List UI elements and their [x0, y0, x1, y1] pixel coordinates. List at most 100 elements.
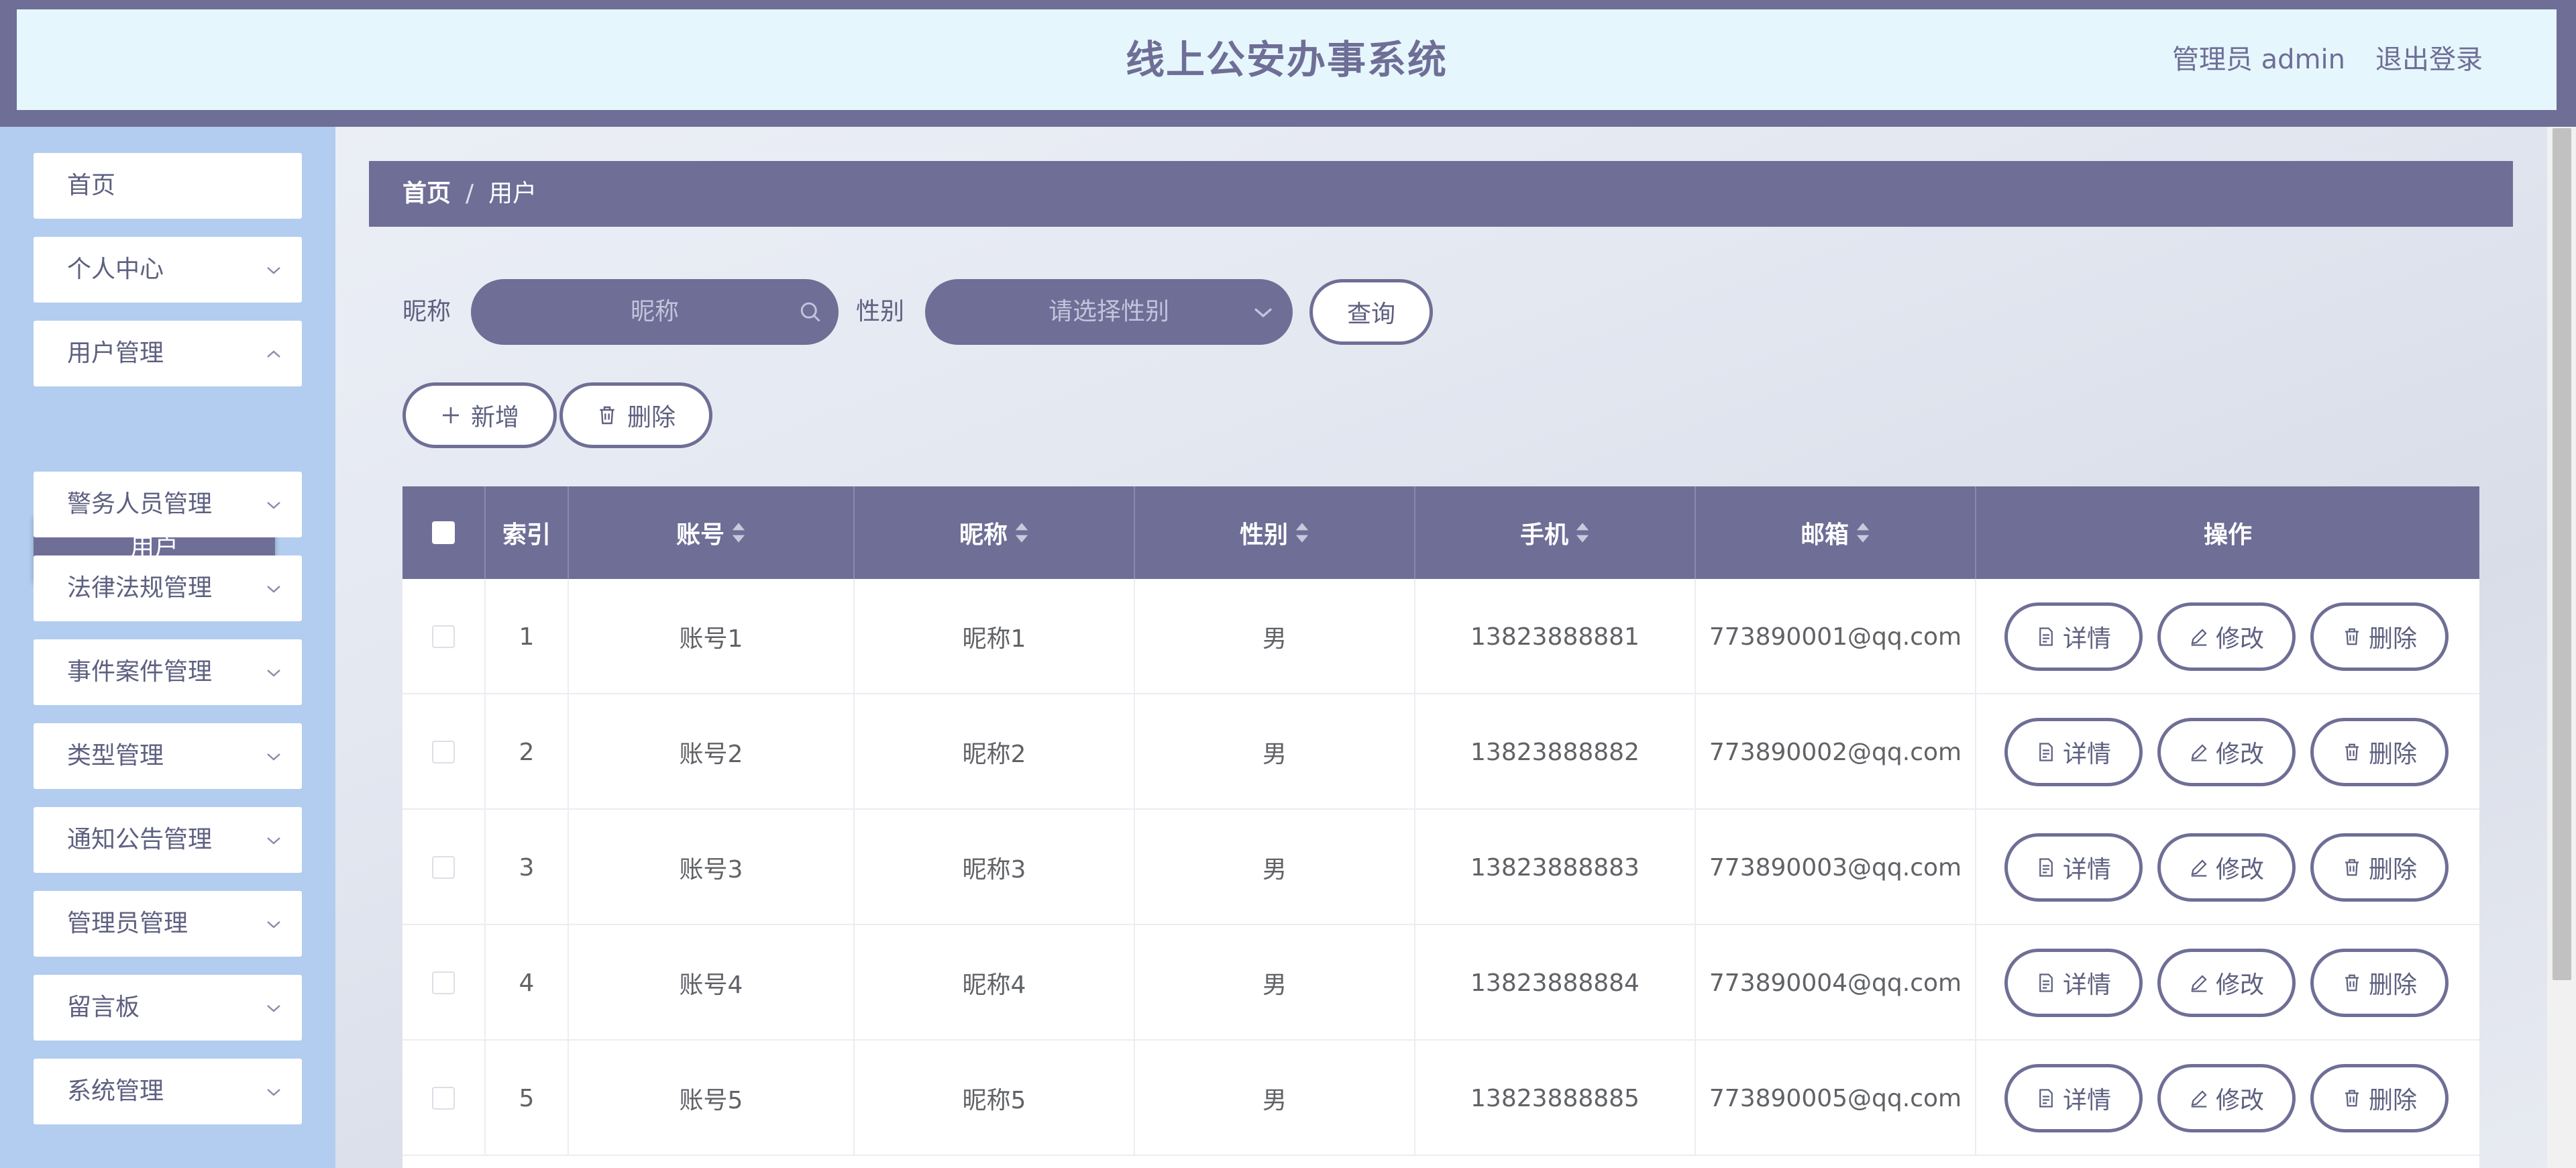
detail-button[interactable]: 详情 — [2004, 602, 2143, 671]
cell-email: 773890001@qq.com — [1696, 579, 1976, 694]
sidebar-item-system-management[interactable]: 系统管理 — [34, 1059, 302, 1124]
edit-icon — [2191, 859, 2207, 877]
column-header-nickname[interactable]: 昵称 — [855, 486, 1135, 579]
sidebar-item-label: 首页 — [67, 172, 116, 199]
query-button[interactable]: 查询 — [1309, 279, 1433, 345]
cell-actions: 详情 修改 删除 — [1976, 579, 2479, 694]
chevron-down-icon — [267, 837, 280, 845]
row-checkbox[interactable] — [432, 741, 455, 763]
cell-phone: 13823888882 — [1415, 694, 1696, 810]
sort-icon[interactable] — [1575, 521, 1590, 544]
current-user: 管理员 admin — [2171, 44, 2345, 75]
delete-button-label: 删除 — [2368, 1087, 2417, 1114]
delete-button[interactable]: 删除 — [2310, 949, 2449, 1017]
delete-button-label: 删除 — [2368, 971, 2417, 999]
sidebar-item-police-management[interactable]: 警务人员管理 — [34, 472, 302, 537]
trash-icon — [2345, 974, 2359, 992]
page-scrollbar[interactable] — [2547, 127, 2576, 1168]
gender-label: 性别 — [856, 298, 905, 325]
scrollbar-thumb[interactable] — [2553, 128, 2571, 980]
row-checkbox[interactable] — [432, 625, 455, 648]
sidebar-item-type-management[interactable]: 类型管理 — [34, 723, 302, 789]
cell-index: 2 — [486, 694, 569, 810]
table-row: 5 账号5 昵称5 男 13823888885 773890005@qq.com… — [402, 1041, 2479, 1156]
detail-button[interactable]: 详情 — [2004, 949, 2143, 1017]
select-all-checkbox[interactable] — [432, 521, 455, 544]
logout-link[interactable]: 退出登录 — [2375, 9, 2483, 110]
edit-button-label: 修改 — [2215, 741, 2264, 768]
sidebar-item-laws-management[interactable]: 法律法规管理 — [34, 555, 302, 621]
cell-actions: 详情 修改 删除 — [1976, 694, 2479, 810]
cell-account: 账号5 — [569, 1041, 855, 1156]
chevron-down-icon — [267, 670, 280, 677]
row-checkbox[interactable] — [432, 1087, 455, 1110]
trash-icon — [2345, 859, 2359, 876]
sidebar-item-personal-center[interactable]: 个人中心 — [34, 237, 302, 303]
edit-button[interactable]: 修改 — [2157, 949, 2296, 1017]
detail-button[interactable]: 详情 — [2004, 718, 2143, 786]
sidebar-item-home[interactable]: 首页 — [34, 153, 302, 219]
delete-button[interactable]: 删除 — [2310, 1064, 2449, 1132]
edit-button-label: 修改 — [2215, 1087, 2264, 1114]
table-header: 索引 账号 昵称 性别 手机 邮箱 操作 — [402, 486, 2479, 579]
add-button[interactable]: 新增 — [402, 382, 557, 448]
delete-button[interactable]: 删除 — [2310, 718, 2449, 786]
sort-icon[interactable] — [731, 521, 746, 544]
sidebar-item-user-management[interactable]: 用户管理 — [34, 321, 302, 386]
cell-account: 账号3 — [569, 810, 855, 925]
delete-button[interactable]: 删除 — [2310, 833, 2449, 902]
add-button-label: 新增 — [470, 404, 519, 431]
column-header-phone[interactable]: 手机 — [1415, 486, 1696, 579]
sort-icon[interactable] — [1295, 521, 1309, 544]
edit-button-label: 修改 — [2215, 971, 2264, 999]
column-header-gender[interactable]: 性别 — [1135, 486, 1415, 579]
edit-button[interactable]: 修改 — [2157, 1064, 2296, 1132]
column-header-email[interactable]: 邮箱 — [1696, 486, 1976, 579]
cell-gender: 男 — [1135, 694, 1415, 810]
column-header-account[interactable]: 账号 — [569, 486, 855, 579]
edit-icon — [2191, 975, 2207, 992]
chevron-down-icon — [267, 921, 280, 928]
sort-icon[interactable] — [1014, 521, 1029, 544]
sidebar-item-label: 法律法规管理 — [67, 574, 213, 602]
gender-select[interactable]: 请选择性别 — [925, 279, 1293, 345]
chevron-down-icon — [267, 586, 280, 593]
cell-email: 773890004@qq.com — [1696, 925, 1976, 1041]
nickname-search-input[interactable]: 昵称 — [471, 279, 839, 345]
cell-index: 4 — [486, 925, 569, 1041]
table-row: 4 账号4 昵称4 男 13823888884 773890004@qq.com… — [402, 925, 2479, 1041]
sidebar-item-admin-management[interactable]: 管理员管理 — [34, 891, 302, 957]
detail-button[interactable]: 详情 — [2004, 833, 2143, 902]
cell-nickname: 昵称1 — [855, 579, 1135, 694]
edit-button[interactable]: 修改 — [2157, 833, 2296, 902]
edit-button[interactable]: 修改 — [2157, 718, 2296, 786]
cell-phone: 13823888885 — [1415, 1041, 1696, 1156]
trash-icon — [600, 406, 614, 425]
row-select-cell — [402, 579, 486, 694]
bulk-delete-button[interactable]: 删除 — [559, 382, 712, 448]
row-select-cell — [402, 810, 486, 925]
sort-icon[interactable] — [1856, 521, 1870, 544]
delete-button-label: 删除 — [2368, 856, 2417, 884]
breadcrumb-current: 用户 — [488, 180, 537, 207]
row-checkbox[interactable] — [432, 856, 455, 879]
row-checkbox[interactable] — [432, 971, 455, 994]
delete-button[interactable]: 删除 — [2310, 602, 2449, 671]
cell-actions: 详情 修改 删除 — [1976, 1041, 2479, 1156]
sidebar-item-label: 系统管理 — [67, 1077, 164, 1105]
sidebar-item-case-management[interactable]: 事件案件管理 — [34, 639, 302, 705]
cell-email: 773890005@qq.com — [1696, 1041, 1976, 1156]
sidebar-item-label: 事件案件管理 — [67, 658, 213, 686]
chevron-down-icon — [1254, 308, 1273, 318]
sidebar-item-message-board[interactable]: 留言板 — [34, 975, 302, 1041]
breadcrumb-home[interactable]: 首页 — [402, 180, 451, 207]
column-header-label: 账号 — [676, 521, 724, 549]
sidebar-item-notice-management[interactable]: 通知公告管理 — [34, 807, 302, 873]
sidebar-item-label: 用户管理 — [67, 339, 164, 367]
detail-button[interactable]: 详情 — [2004, 1064, 2143, 1132]
cell-index: 5 — [486, 1041, 569, 1156]
edit-button[interactable]: 修改 — [2157, 602, 2296, 671]
top-header: 线上公安办事系统 管理员 admin 退出登录 — [0, 0, 2576, 127]
table-row: 1 账号1 昵称1 男 13823888881 773890001@qq.com… — [402, 579, 2479, 694]
breadcrumb-separator: / — [466, 180, 474, 207]
